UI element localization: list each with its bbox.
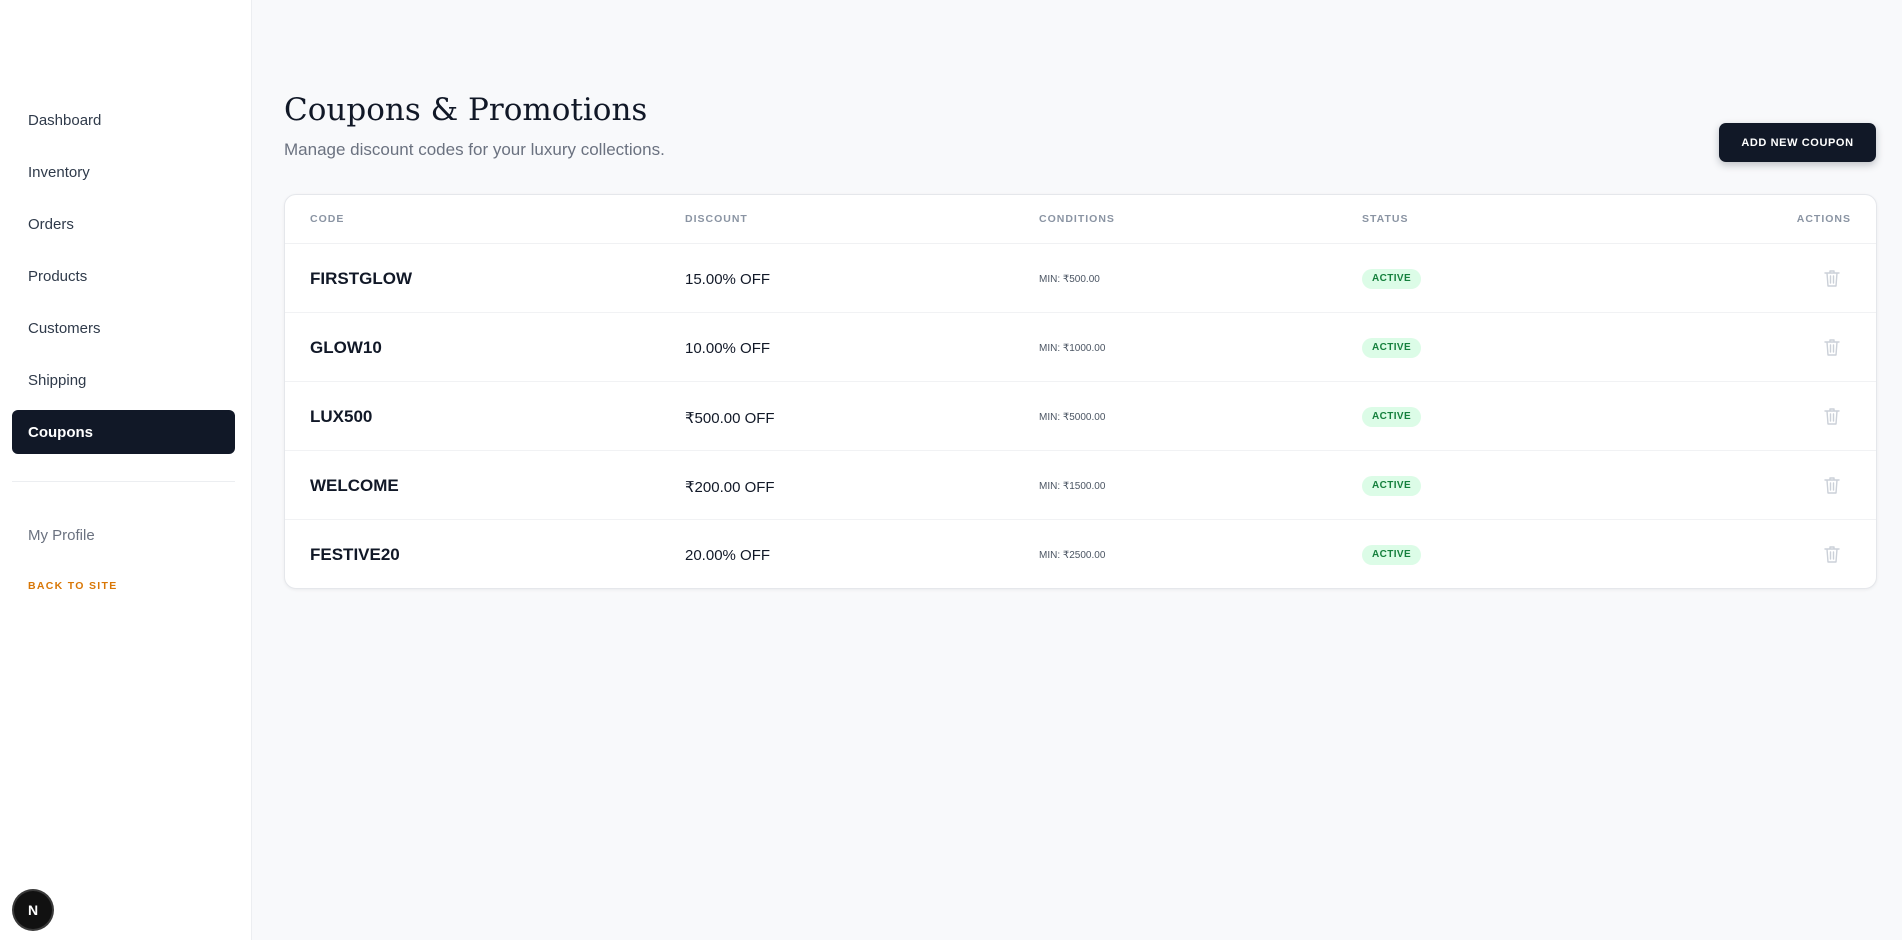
letter-n-icon: N	[28, 902, 38, 918]
coupon-code: WELCOME	[310, 476, 399, 495]
coupon-conditions: MIN: ₹5000.00	[1039, 412, 1106, 423]
coupon-discount: 20.00% OFF	[685, 547, 771, 564]
table-header: CODE DISCOUNT CONDITIONS STATUS ACTIONS	[285, 195, 1876, 244]
coupon-conditions: MIN: ₹500.00	[1039, 274, 1100, 285]
page-subtitle: Manage discount codes for your luxury co…	[284, 140, 665, 159]
table-row: FESTIVE20 20.00% OFF MIN: ₹2500.00 ACTIV…	[285, 520, 1876, 588]
coupon-discount: 10.00% OFF	[685, 340, 771, 357]
status-badge: ACTIVE	[1362, 269, 1422, 289]
coupon-discount: ₹500.00 OFF	[685, 410, 775, 427]
sidebar-divider	[12, 481, 235, 482]
coupon-conditions: MIN: ₹2500.00	[1039, 550, 1106, 561]
column-header-code: CODE	[310, 213, 345, 225]
sidebar-item-shipping[interactable]: Shipping	[12, 358, 235, 402]
trash-icon[interactable]	[1824, 338, 1840, 356]
coupon-conditions: MIN: ₹1000.00	[1039, 343, 1106, 354]
coupon-code: FIRSTGLOW	[310, 269, 412, 288]
status-badge: ACTIVE	[1362, 545, 1422, 565]
sidebar-item-dashboard[interactable]: Dashboard	[12, 98, 235, 142]
column-header-status: STATUS	[1362, 213, 1409, 225]
trash-icon[interactable]	[1824, 407, 1840, 425]
my-profile-link[interactable]: My Profile	[28, 527, 95, 544]
coupon-conditions: MIN: ₹1500.00	[1039, 481, 1106, 492]
status-badge: ACTIVE	[1362, 476, 1422, 496]
table-row: FIRSTGLOW 15.00% OFF MIN: ₹500.00 ACTIVE	[285, 244, 1876, 313]
status-badge: ACTIVE	[1362, 338, 1422, 358]
add-new-coupon-button[interactable]: ADD NEW COUPON	[1719, 123, 1876, 162]
table-row: GLOW10 10.00% OFF MIN: ₹1000.00 ACTIVE	[285, 313, 1876, 382]
sidebar-item-coupons[interactable]: Coupons	[12, 410, 235, 454]
status-badge: ACTIVE	[1362, 407, 1422, 427]
back-to-site-link[interactable]: BACK TO SITE	[28, 580, 118, 592]
coupon-code: LUX500	[310, 407, 373, 426]
trash-icon[interactable]	[1824, 545, 1840, 563]
sidebar-item-inventory[interactable]: Inventory	[12, 150, 235, 194]
coupon-code: FESTIVE20	[310, 545, 400, 564]
column-header-actions: ACTIONS	[1796, 213, 1851, 225]
coupon-code: GLOW10	[310, 338, 382, 357]
table-row: LUX500 ₹500.00 OFF MIN: ₹5000.00 ACTIVE	[285, 382, 1876, 451]
coupon-discount: 15.00% OFF	[685, 271, 771, 288]
coupons-table: CODE DISCOUNT CONDITIONS STATUS ACTIONS …	[284, 194, 1877, 589]
sidebar-item-customers[interactable]: Customers	[12, 306, 235, 350]
column-header-conditions: CONDITIONS	[1039, 213, 1115, 225]
svg-text:N: N	[28, 902, 38, 918]
page-title: Coupons & Promotions	[284, 92, 648, 128]
sidebar: Dashboard Inventory Orders Products Cust…	[0, 0, 252, 940]
coupon-discount: ₹200.00 OFF	[685, 479, 775, 496]
sidebar-item-orders[interactable]: Orders	[12, 202, 235, 246]
table-row: WELCOME ₹200.00 OFF MIN: ₹1500.00 ACTIVE	[285, 451, 1876, 520]
sidebar-nav: Dashboard Inventory Orders Products Cust…	[12, 98, 235, 462]
trash-icon[interactable]	[1824, 476, 1840, 494]
sidebar-item-products[interactable]: Products	[12, 254, 235, 298]
trash-icon[interactable]	[1824, 269, 1840, 287]
column-header-discount: DISCOUNT	[685, 213, 748, 225]
next-badge-icon[interactable]: N	[14, 891, 52, 929]
